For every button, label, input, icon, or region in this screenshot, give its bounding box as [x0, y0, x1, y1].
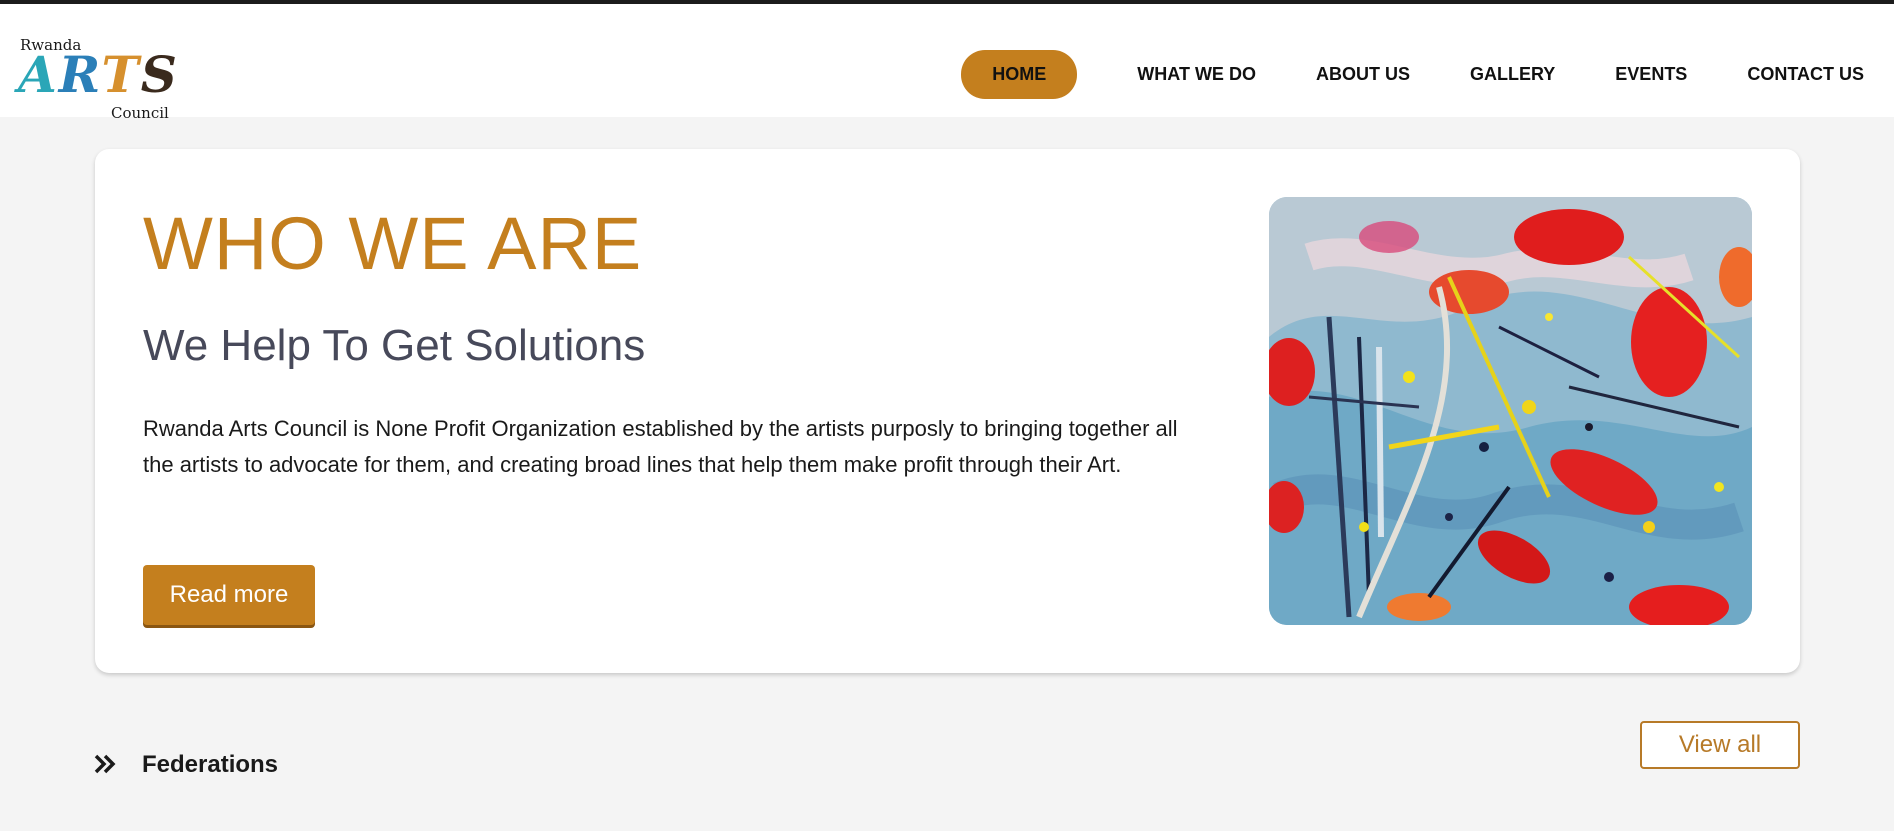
- view-all-button[interactable]: View all: [1640, 721, 1800, 769]
- logo-arts-text: ARTS: [18, 50, 179, 100]
- nav-events[interactable]: EVENTS: [1615, 64, 1687, 85]
- logo-letter-s: S: [140, 45, 179, 104]
- nav-contact-us[interactable]: CONTACT US: [1747, 64, 1864, 85]
- logo-council-text: Council: [111, 104, 169, 122]
- hero-description: Rwanda Arts Council is None Profit Organ…: [143, 416, 1178, 477]
- federations-heading: Federations: [142, 751, 279, 778]
- logo-letter-t: T: [101, 45, 141, 104]
- nav-gallery[interactable]: GALLERY: [1470, 64, 1555, 85]
- who-we-are-card: WHO WE ARE We Help To Get Solutions Rwan…: [95, 149, 1800, 673]
- site-header: Rwanda ARTS Council HOME WHAT WE DO ABOU…: [0, 4, 1894, 122]
- main-nav: HOME WHAT WE DO ABOUT US GALLERY EVENTS …: [961, 49, 1894, 99]
- rwanda-arts-council-logo[interactable]: Rwanda ARTS Council: [18, 34, 177, 122]
- double-chevron-right-icon: [94, 754, 116, 774]
- hero-title: WHO WE ARE: [143, 202, 643, 285]
- nav-about-us[interactable]: ABOUT US: [1316, 64, 1410, 85]
- read-more-button[interactable]: Read more: [143, 565, 315, 625]
- nav-home[interactable]: HOME: [961, 49, 1078, 99]
- logo-letter-r: R: [58, 45, 102, 104]
- abstract-painting-image: [1269, 197, 1752, 625]
- nav-what-we-do[interactable]: WHAT WE DO: [1137, 64, 1256, 85]
- abstract-painting-svg: [1269, 197, 1752, 625]
- logo-letter-a: A: [18, 45, 59, 104]
- hero-subtitle: We Help To Get Solutions: [143, 321, 646, 370]
